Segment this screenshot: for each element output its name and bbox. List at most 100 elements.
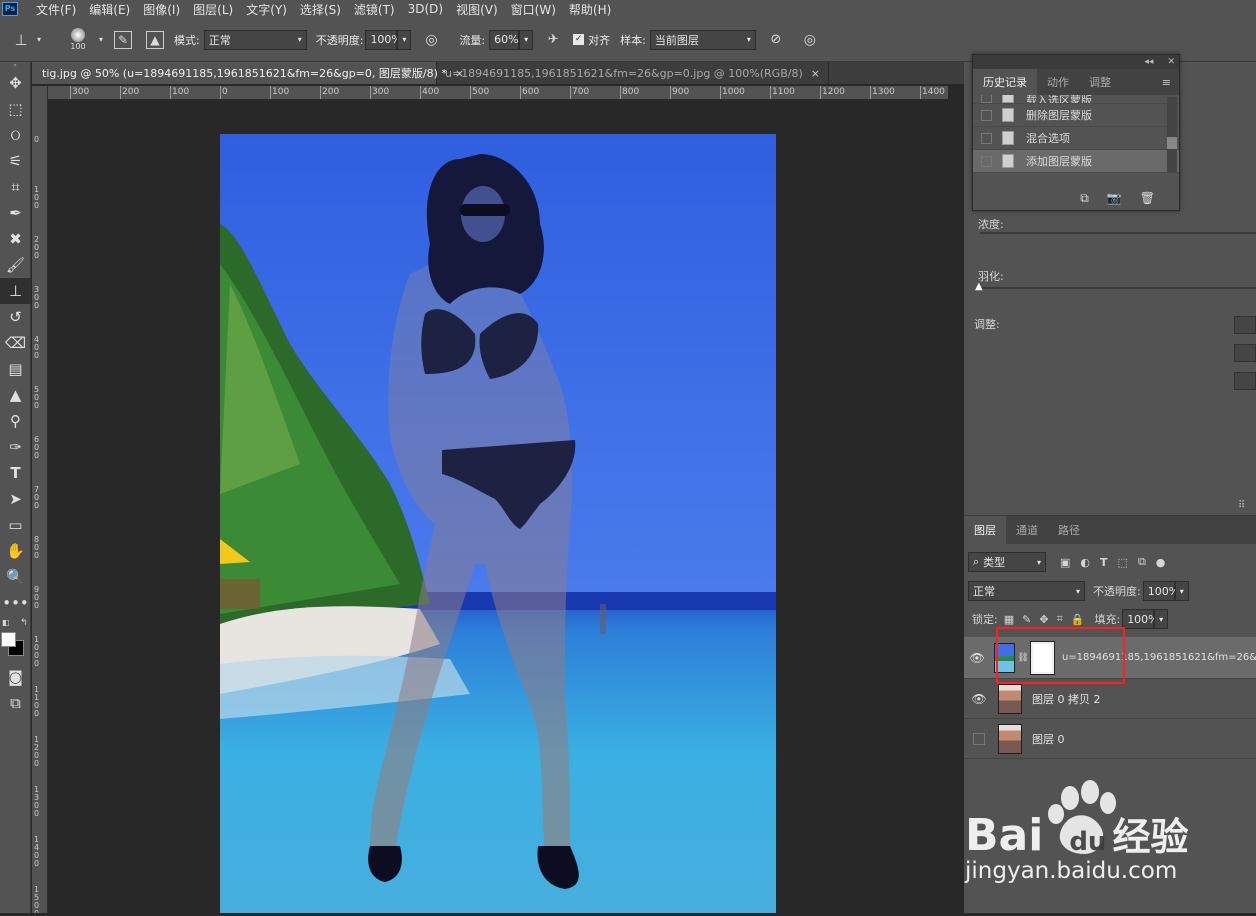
move-tool-icon[interactable]: ✥ — [0, 70, 31, 96]
marquee-tool-icon[interactable]: ⬚ — [0, 96, 31, 122]
layer-filter-select[interactable]: ⌕ 类型 ▾ — [968, 552, 1046, 572]
menu-3d[interactable]: 3D(D) — [408, 2, 443, 16]
type-tool-icon[interactable]: T — [0, 460, 31, 486]
filter-type-icon[interactable]: T — [1100, 556, 1108, 569]
flow-dropdown[interactable]: ▾ — [519, 29, 534, 50]
healing-brush-tool-icon[interactable]: ✖ — [0, 226, 31, 252]
scrollbar-thumb[interactable] — [1167, 137, 1177, 149]
tab-actions[interactable]: 动作 — [1037, 69, 1079, 95]
layer-opacity-input[interactable]: 100% — [1142, 581, 1179, 601]
tab-history[interactable]: 历史记录 — [973, 69, 1037, 95]
tab-tig-document[interactable]: tig.jpg @ 50% (u=1894691185,1961851621&f… — [32, 62, 464, 84]
lock-pixels-icon[interactable]: ✎ — [1022, 613, 1031, 626]
clone-stamp-tool-icon[interactable]: ⊥ — [0, 278, 31, 304]
foreground-color-swatch[interactable] — [1, 632, 16, 647]
select-mask-button[interactable] — [1234, 316, 1256, 334]
quick-mask-icon[interactable]: ◙ — [0, 664, 31, 690]
layer-name[interactable]: 图层 0 拷贝 2 — [1032, 691, 1101, 707]
mode-select[interactable]: 正常 ▾ — [203, 29, 307, 50]
path-selection-tool-icon[interactable]: ➤ — [0, 486, 31, 512]
lock-all-icon[interactable]: 🔒 — [1071, 613, 1085, 626]
dodge-tool-icon[interactable]: ⚲ — [0, 408, 31, 434]
history-checkbox[interactable] — [981, 155, 992, 167]
history-scrollbar[interactable] — [1167, 97, 1177, 173]
chevron-down-icon[interactable]: ▾ — [34, 35, 44, 44]
toolbar-collapse-icon[interactable]: » — [0, 62, 30, 70]
filter-adjustment-icon[interactable]: ◐ — [1080, 556, 1090, 569]
filter-shape-icon[interactable]: ⬚ — [1118, 556, 1128, 569]
color-range-button[interactable] — [1234, 344, 1256, 362]
menu-edit[interactable]: 编辑(E) — [89, 1, 130, 18]
tab-layers[interactable]: 图层 — [964, 516, 1006, 544]
gradient-tool-icon[interactable]: ▤ — [0, 356, 31, 382]
brush-tool-icon[interactable]: 🖌 — [0, 252, 31, 278]
pen-tool-icon[interactable]: ✑ — [0, 434, 31, 460]
history-item[interactable]: 删除图层蒙版 — [973, 104, 1179, 127]
menu-window[interactable]: 窗口(W) — [511, 1, 556, 18]
horizontal-ruler[interactable]: 300 200 100 0 100 200 300 400 500 600 700 800 900 100… — [48, 86, 948, 100]
opacity-input[interactable]: 100% — [365, 29, 402, 50]
brush-preset-picker[interactable]: 100 — [60, 22, 96, 58]
history-brush-tool-icon[interactable]: ↺ — [0, 304, 31, 330]
history-checkbox[interactable] — [981, 95, 992, 103]
layer-row[interactable]: 图层 0 — [964, 719, 1256, 759]
lasso-tool-icon[interactable]: ଠ — [0, 122, 31, 148]
tab-adjustments[interactable]: 调整 — [1079, 69, 1121, 95]
close-icon[interactable]: ✕ — [1167, 57, 1175, 67]
eyedropper-tool-icon[interactable]: ✒ — [0, 200, 31, 226]
eye-icon[interactable]: 👁 — [964, 692, 994, 706]
filter-toggle-icon[interactable]: ● — [1156, 556, 1166, 569]
hand-tool-icon[interactable]: ✋ — [0, 538, 31, 564]
clone-source-icon[interactable]: ▲ — [146, 30, 164, 49]
layer-opacity-dropdown[interactable]: ▾ — [1174, 581, 1189, 601]
tab-source-document[interactable]: u=1894691185,1961851621&fm=26&gp=0.jpg @… — [437, 62, 829, 84]
menu-layer[interactable]: 图层(L) — [193, 1, 233, 18]
sample-select[interactable]: 当前图层 ▾ — [649, 29, 756, 50]
color-swatches[interactable]: ◧ ↰ — [0, 616, 31, 664]
ignore-adjustment-layers-icon[interactable]: ⊘ — [766, 32, 786, 47]
blend-mode-select[interactable]: 正常 ▾ — [968, 581, 1085, 601]
panel-resize-icon[interactable]: ⠿ — [1238, 500, 1245, 511]
eraser-tool-icon[interactable]: ⌫ — [0, 330, 31, 356]
clone-stamp-tool-icon[interactable]: ⊥ — [8, 31, 34, 49]
screen-mode-icon[interactable]: ⧉ — [0, 690, 31, 716]
visibility-toggle-empty[interactable] — [973, 732, 985, 745]
feather-slider-handle-icon[interactable]: ▲ — [975, 281, 983, 292]
airbrush-icon[interactable]: ✈ — [543, 32, 563, 47]
close-icon[interactable]: × — [811, 67, 820, 80]
history-item[interactable]: 混合选项 — [973, 127, 1179, 150]
filter-smart-object-icon[interactable]: ⧉ — [1138, 555, 1146, 569]
more-tools-icon[interactable]: ••• — [0, 590, 31, 616]
swap-colors-icon[interactable]: ↰ — [20, 618, 28, 628]
align-checkbox[interactable]: ✓ — [573, 34, 585, 45]
history-checkbox[interactable] — [981, 109, 992, 121]
feather-slider[interactable] — [980, 287, 1256, 289]
opacity-dropdown[interactable]: ▾ — [397, 29, 412, 50]
history-item[interactable]: 载入选区蒙版 — [973, 95, 1179, 104]
quick-selection-tool-icon[interactable]: ⚟ — [0, 148, 31, 174]
chevron-down-icon[interactable]: ▾ — [96, 35, 106, 44]
pressure-opacity-icon[interactable]: ◎ — [421, 32, 441, 48]
zoom-tool-icon[interactable]: 🔍 — [0, 564, 31, 590]
menu-select[interactable]: 选择(S) — [300, 1, 341, 18]
crop-tool-icon[interactable]: ⌗ — [0, 174, 31, 200]
panel-menu-icon[interactable]: ≡ — [1154, 69, 1179, 95]
vertical-ruler[interactable]: 0 1 0 0 2 0 0 3 0 0 4 0 0 5 0 0 6 0 0 7 0 0 8 0 … — [32, 86, 48, 913]
density-slider[interactable] — [980, 232, 1256, 234]
menu-view[interactable]: 视图(V) — [456, 1, 498, 18]
fill-input[interactable]: 100% — [1122, 609, 1159, 629]
tab-paths[interactable]: 路径 — [1048, 516, 1090, 544]
blur-tool-icon[interactable]: ▲ — [0, 382, 31, 408]
layer-thumbnail[interactable] — [998, 683, 1022, 714]
default-colors-icon[interactable]: ◧ — [2, 618, 10, 627]
menu-help[interactable]: 帮助(H) — [569, 1, 611, 18]
shape-tool-icon[interactable]: ▭ — [0, 512, 31, 538]
lock-artboard-icon[interactable]: ⌗ — [1057, 612, 1063, 626]
collapse-icon[interactable]: ◂◂ — [1144, 57, 1153, 67]
trash-icon[interactable]: 🗑 — [1140, 191, 1155, 205]
lock-position-icon[interactable]: ✥ — [1039, 613, 1048, 626]
menu-filter[interactable]: 滤镜(T) — [354, 1, 395, 18]
flow-input[interactable]: 60% — [489, 29, 520, 50]
camera-icon[interactable]: 📷 — [1107, 191, 1122, 205]
menu-file[interactable]: 文件(F) — [36, 1, 76, 18]
